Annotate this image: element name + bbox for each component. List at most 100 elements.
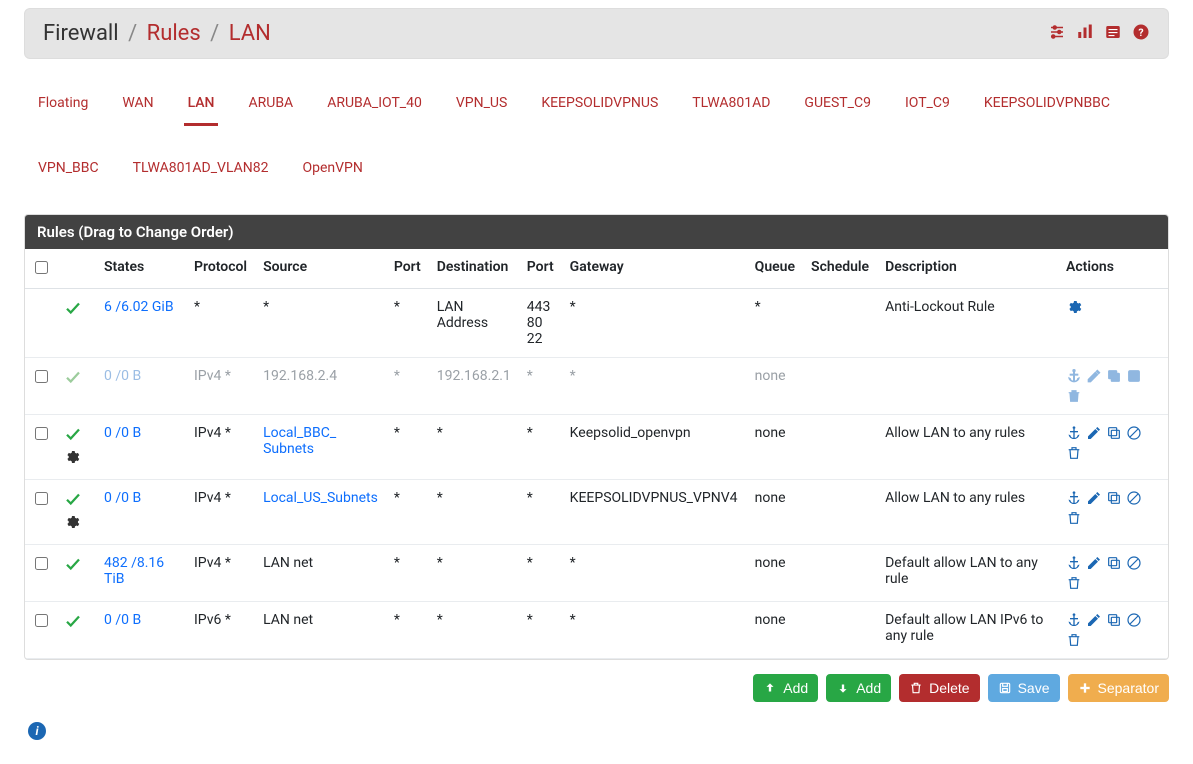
table-row[interactable]: 6 /6.02 GiB***LAN Address4438022**Anti-L…	[25, 289, 1168, 358]
states-link[interactable]: 0 /0 B	[104, 425, 141, 441]
sliders-icon[interactable]	[1048, 23, 1066, 45]
enable-icon[interactable]	[1126, 368, 1142, 384]
row-select-checkbox[interactable]	[35, 427, 48, 440]
edit-icon[interactable]	[1086, 612, 1102, 628]
col-port1[interactable]: Port	[386, 249, 429, 289]
settings-icon[interactable]	[1066, 299, 1082, 315]
tab-keepsolidvpnus[interactable]: KEEPSOLIDVPNUS	[537, 87, 662, 126]
select-all-checkbox[interactable]	[35, 261, 48, 274]
col-states[interactable]: States	[96, 249, 186, 289]
delete-icon[interactable]	[1066, 510, 1082, 526]
tab-lan[interactable]: LAN	[184, 87, 219, 126]
edit-icon[interactable]	[1086, 490, 1102, 506]
disable-icon[interactable]	[1126, 555, 1142, 571]
anchor-icon[interactable]	[1066, 368, 1082, 384]
table-row[interactable]: 0 /0 BIPv4 *Local_US_Subnets***KEEPSOLID…	[25, 480, 1168, 545]
col-port2[interactable]: Port	[519, 249, 562, 289]
row-select-checkbox[interactable]	[35, 614, 48, 627]
bar-chart-icon[interactable]	[1076, 23, 1094, 45]
help-icon[interactable]: ?	[1132, 23, 1150, 45]
port-text: *	[519, 358, 562, 415]
edit-icon[interactable]	[1086, 555, 1102, 571]
source-link[interactable]: Local_BBC_Subnets	[263, 425, 336, 457]
delete-icon[interactable]	[1066, 575, 1082, 591]
tab-wan[interactable]: WAN	[118, 87, 157, 126]
states-link[interactable]: 0 /0 B	[104, 612, 141, 628]
copy-icon[interactable]	[1106, 425, 1122, 441]
pass-icon	[64, 555, 82, 577]
destination-text: *	[429, 480, 519, 545]
copy-icon[interactable]	[1106, 555, 1122, 571]
breadcrumb-lan[interactable]: LAN	[229, 21, 271, 46]
states-link[interactable]: 0 /0 B	[104, 490, 141, 506]
tab-vpn_bbc[interactable]: VPN_BBC	[34, 152, 103, 188]
tab-guest_c9[interactable]: GUEST_C9	[800, 87, 875, 126]
table-row[interactable]: 0 /0 BIPv4 *Local_BBC_Subnets***Keepsoli…	[25, 415, 1168, 480]
col-actions: Actions	[1058, 249, 1168, 289]
tab-openvpn[interactable]: OpenVPN	[298, 152, 366, 188]
interface-tabs: Floating WAN LAN ARUBA ARUBA_IOT_40 VPN_US KEE…	[24, 77, 1169, 188]
tab-keepsolidvpnbbc[interactable]: KEEPSOLIDVPNBBC	[980, 87, 1114, 126]
tab-iot_c9[interactable]: IOT_C9	[901, 87, 954, 126]
anchor-icon[interactable]	[1066, 490, 1082, 506]
copy-icon[interactable]	[1106, 368, 1122, 384]
port-text: *	[519, 480, 562, 545]
col-source[interactable]: Source	[255, 249, 386, 289]
delete-icon[interactable]	[1066, 445, 1082, 461]
separator-button[interactable]: Separator	[1068, 674, 1169, 702]
info-icon[interactable]: i	[28, 722, 46, 740]
tab-tlwa801ad[interactable]: TLWA801AD	[688, 87, 774, 126]
breadcrumb-rules[interactable]: Rules	[147, 21, 201, 46]
delete-button[interactable]: Delete	[899, 674, 979, 702]
disable-icon[interactable]	[1126, 612, 1142, 628]
save-button[interactable]: Save	[988, 674, 1060, 702]
states-link[interactable]: 6 /6.02 GiB	[104, 299, 174, 315]
delete-icon[interactable]	[1066, 632, 1082, 648]
tab-vpn_us[interactable]: VPN_US	[452, 87, 511, 126]
col-queue[interactable]: Queue	[747, 249, 803, 289]
table-row[interactable]: 482 /8.16 TiBIPv4 *LAN net****noneDefaul…	[25, 545, 1168, 602]
row-select-checkbox[interactable]	[35, 557, 48, 570]
description-text	[877, 358, 1058, 415]
tab-floating[interactable]: Floating	[34, 87, 92, 126]
port-text: 4438022	[519, 289, 562, 358]
advanced-icon	[64, 449, 88, 469]
source-text: *	[255, 289, 386, 358]
col-destination[interactable]: Destination	[429, 249, 519, 289]
breadcrumb-root: Firewall	[43, 21, 119, 46]
states-link[interactable]: 0 /0 B	[104, 368, 141, 384]
svg-text:?: ?	[1138, 25, 1143, 38]
destination-text: LAN Address	[429, 289, 519, 358]
add-bottom-button[interactable]: Add	[826, 674, 891, 702]
edit-icon[interactable]	[1086, 368, 1102, 384]
anchor-icon[interactable]	[1066, 555, 1082, 571]
col-gateway[interactable]: Gateway	[562, 249, 747, 289]
col-protocol[interactable]: Protocol	[186, 249, 255, 289]
table-row[interactable]: 0 /0 BIPv6 *LAN net****noneDefault allow…	[25, 602, 1168, 659]
row-select-checkbox[interactable]	[35, 370, 48, 383]
copy-icon[interactable]	[1106, 490, 1122, 506]
disable-icon[interactable]	[1126, 490, 1142, 506]
col-description[interactable]: Description	[877, 249, 1058, 289]
edit-icon[interactable]	[1086, 425, 1102, 441]
tab-aruba[interactable]: ARUBA	[244, 87, 297, 126]
anchor-icon[interactable]	[1066, 612, 1082, 628]
table-row[interactable]: 0 /0 BIPv4 *192.168.2.4*192.168.2.1**non…	[25, 358, 1168, 415]
gateway-text: *	[562, 358, 747, 415]
description-text: Default allow LAN IPv6 to any rule	[877, 602, 1058, 659]
schedule-text	[803, 358, 877, 415]
tab-tlwa801ad_vlan82[interactable]: TLWA801AD_VLAN82	[129, 152, 273, 188]
copy-icon[interactable]	[1106, 612, 1122, 628]
delete-icon[interactable]	[1066, 388, 1082, 404]
source-link[interactable]: Local_US_Subnets	[263, 490, 378, 506]
protocol-text: IPv4 *	[186, 480, 255, 545]
disable-icon[interactable]	[1126, 425, 1142, 441]
tab-aruba_iot_40[interactable]: ARUBA_IOT_40	[323, 87, 426, 126]
add-top-button[interactable]: Add	[753, 674, 818, 702]
log-icon[interactable]	[1104, 23, 1122, 45]
col-schedule[interactable]: Schedule	[803, 249, 877, 289]
description-text: Allow LAN to any rules	[877, 415, 1058, 480]
states-link[interactable]: 482 /8.16 TiB	[104, 555, 164, 587]
anchor-icon[interactable]	[1066, 425, 1082, 441]
row-select-checkbox[interactable]	[35, 492, 48, 505]
